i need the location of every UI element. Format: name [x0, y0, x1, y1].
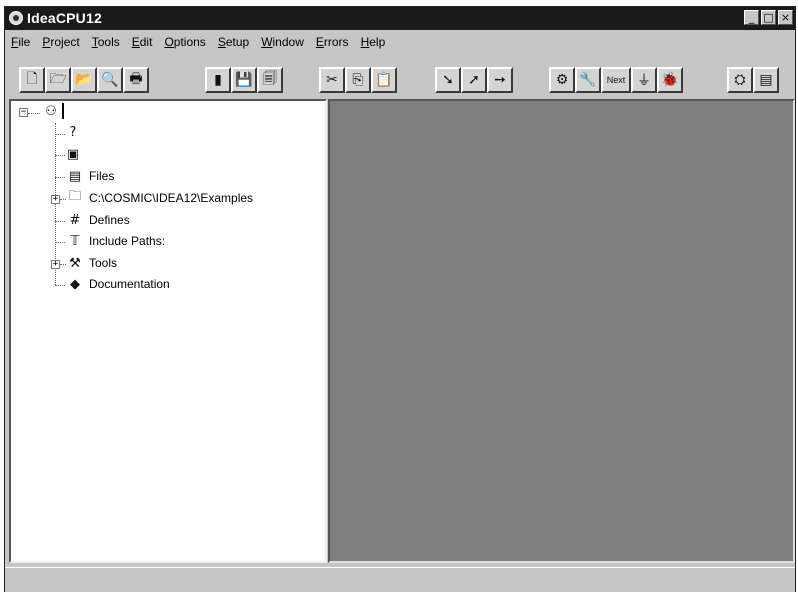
app-icon[interactable] [9, 11, 23, 25]
window-title: IdeaCPU12 [27, 10, 102, 26]
text-cursor [62, 103, 64, 119]
menu-setup[interactable]: Setup [212, 35, 255, 49]
save-button[interactable]: 💾 [231, 67, 257, 93]
tree-branch-line [55, 134, 65, 135]
tree-label-tools[interactable]: Tools [89, 256, 117, 270]
make-button[interactable]: ➙ [487, 67, 513, 93]
include-paths-icon[interactable]: 𝕋 [67, 234, 83, 249]
settings-button[interactable]: ⚙ [549, 67, 575, 93]
save-all-button[interactable]: 🗐 [257, 67, 283, 93]
tools-icon[interactable]: ⚒ [67, 256, 83, 271]
title-bar[interactable]: IdeaCPU12 _ □ × [5, 7, 795, 30]
tree-label-documentation[interactable]: Documentation [89, 277, 170, 291]
open-project-button[interactable]: 🗁 [45, 67, 71, 93]
copy-button[interactable]: ⎘ [345, 67, 371, 93]
compile-button[interactable]: ➘ [435, 67, 461, 93]
next-button[interactable]: Next [601, 67, 631, 93]
tree-label-folder-path[interactable]: C:\COSMIC\IDEA12\Examples [89, 191, 253, 205]
cut-button[interactable]: ✂ [319, 67, 345, 93]
maximize-button[interactable]: □ [761, 10, 776, 25]
folder-icon[interactable]: 🗀 [67, 189, 83, 205]
main-window: IdeaCPU12 _ □ × File Project Tools Edit … [4, 6, 796, 592]
tree-branch-line [60, 264, 66, 265]
tree-branch-line [28, 113, 40, 114]
tree-label-defines[interactable]: Defines [89, 213, 130, 227]
filter-button[interactable]: ⏚ [631, 67, 657, 93]
menu-help[interactable]: Help [355, 35, 392, 49]
run-button[interactable]: ⛭ [727, 67, 753, 93]
folder-expand-toggle[interactable]: + [51, 195, 60, 204]
menu-errors[interactable]: Errors [310, 35, 355, 49]
minimize-button[interactable]: _ [744, 10, 759, 25]
mdi-workspace[interactable] [328, 99, 795, 563]
black-file-button[interactable]: ▮ [205, 67, 231, 93]
paste-button[interactable]: 📋 [371, 67, 397, 93]
menu-options[interactable]: Options [158, 35, 211, 49]
print-button[interactable]: 🖶 [123, 67, 149, 93]
target-icon[interactable]: ▣ [65, 147, 81, 162]
debug-button[interactable]: 🐞 [657, 67, 683, 93]
tree-branch-line [55, 155, 65, 156]
tools-expand-toggle[interactable]: + [51, 260, 60, 269]
tree-branch-line [55, 285, 65, 286]
find-button[interactable]: 🔍 [97, 67, 123, 93]
project-tree[interactable]: − ⚇ ? ▣ ▤ Files + 🗀 C:\COSMIC\IDEA12\Exa… [9, 99, 327, 563]
root-collapse-toggle[interactable]: − [19, 108, 28, 117]
tree-branch-line [55, 242, 65, 243]
window-controls: _ □ × [744, 10, 793, 25]
tree-branch-line [55, 221, 65, 222]
toolbar: 🗋 🗁 📂 🔍 🖶 ▮ 💾 🗐 ✂ ⎘ 📋 ➘ ➚ ➙ ⚙ 🔧 Next ⏚ 🐞… [5, 67, 795, 95]
status-bar [5, 567, 795, 592]
menu-edit[interactable]: Edit [126, 35, 159, 49]
tree-branch-line [60, 199, 66, 200]
new-file-button[interactable]: 🗋 [19, 67, 45, 93]
help-icon[interactable]: ? [65, 125, 81, 140]
stop-button[interactable]: ▤ [753, 67, 779, 93]
tool-button[interactable]: 🔧 [575, 67, 601, 93]
close-button[interactable]: × [778, 10, 793, 25]
menu-tools[interactable]: Tools [86, 35, 126, 49]
menu-bar: File Project Tools Edit Options Setup Wi… [5, 32, 795, 52]
project-icon[interactable]: ⚇ [43, 104, 59, 119]
open-file-button[interactable]: 📂 [71, 67, 97, 93]
files-icon[interactable]: ▤ [67, 169, 83, 184]
tree-label-include-paths[interactable]: Include Paths: [89, 234, 165, 248]
menu-window[interactable]: Window [255, 35, 310, 49]
documentation-icon[interactable]: ◆ [67, 277, 83, 292]
menu-file[interactable]: File [5, 35, 36, 49]
build-button[interactable]: ➚ [461, 67, 487, 93]
hash-icon[interactable]: # [67, 213, 83, 228]
tree-label-files[interactable]: Files [89, 169, 114, 183]
tree-branch-line [55, 177, 65, 178]
menu-project[interactable]: Project [36, 35, 85, 49]
